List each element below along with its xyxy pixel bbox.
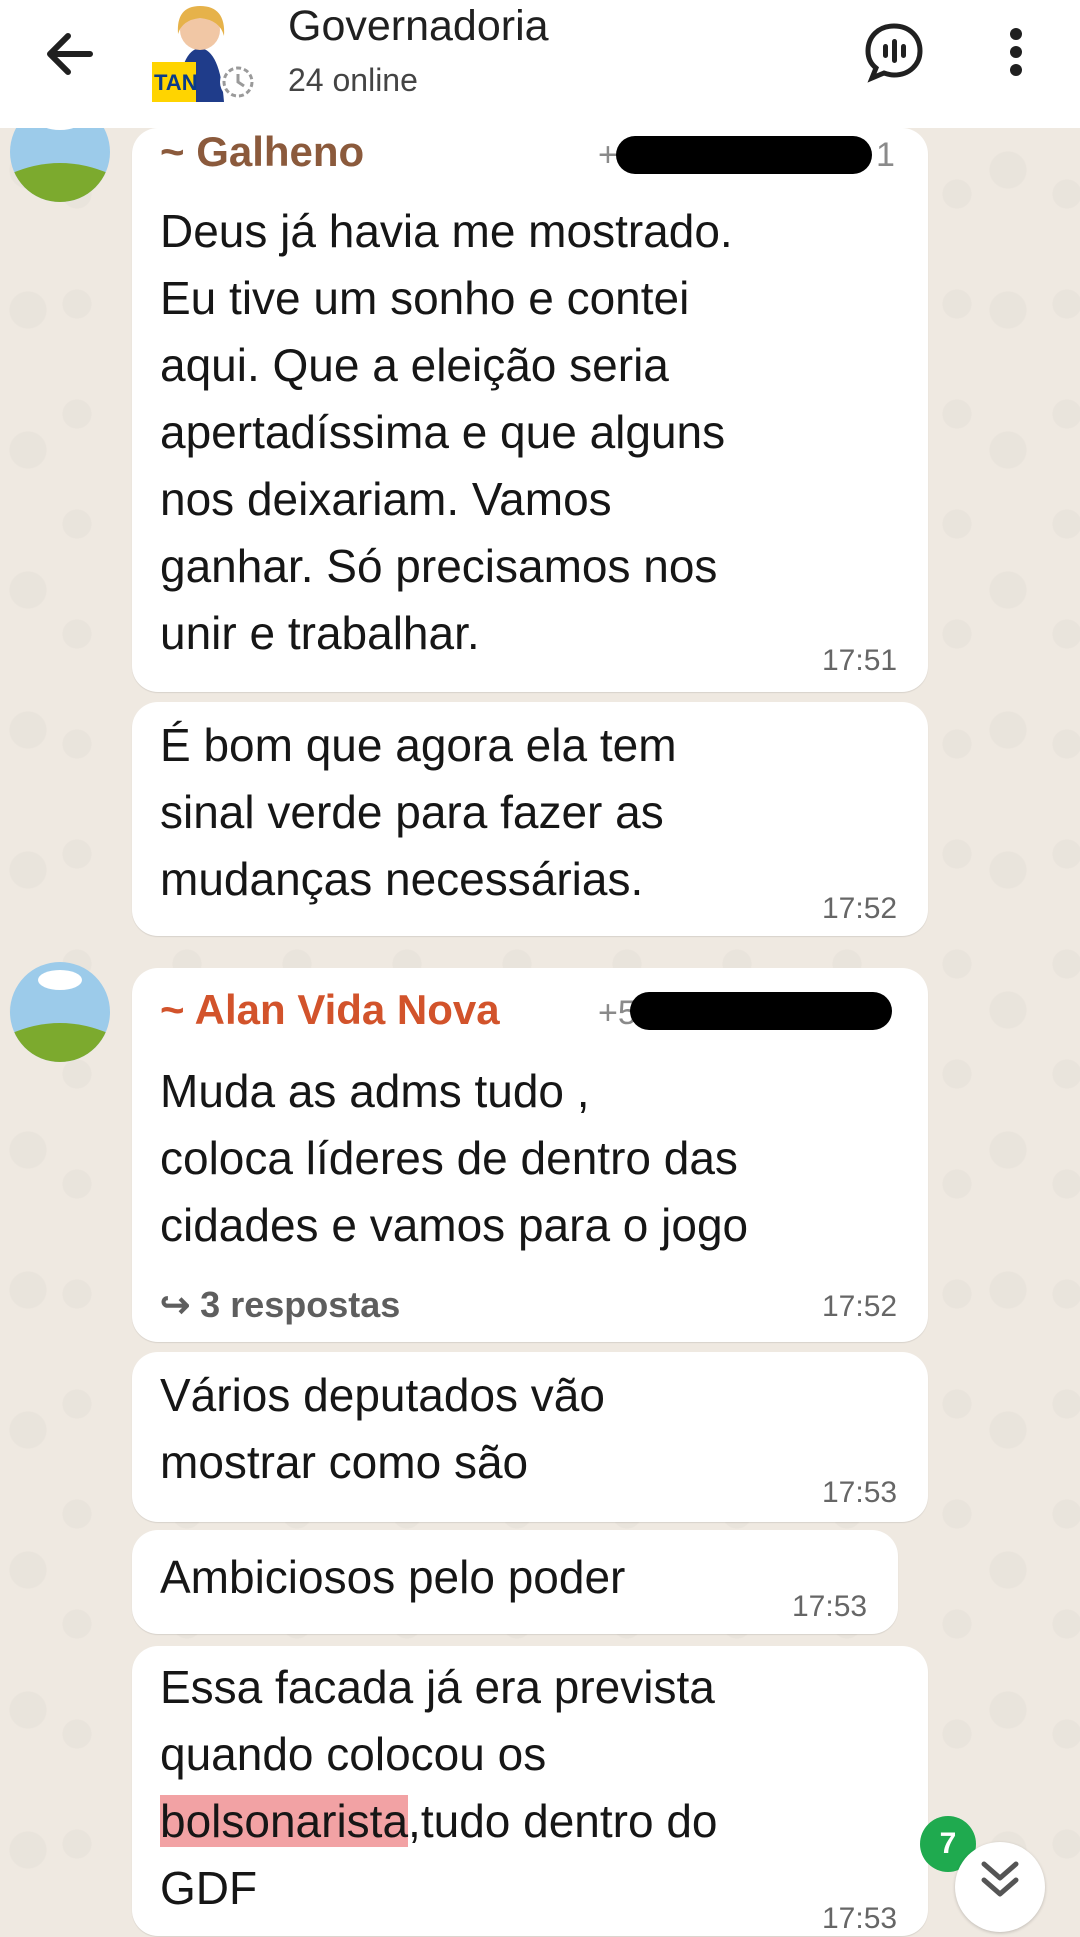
message-line-rest: ,tudo dentro do <box>408 1795 718 1847</box>
online-count: 24 online <box>288 62 418 98</box>
message-text: Vários deputados vão mostrar como são <box>160 1369 605 1488</box>
highlighted-text: bolsonarista <box>160 1795 409 1847</box>
arrow-left-icon[interactable] <box>38 22 102 86</box>
redaction-bar <box>630 992 892 1030</box>
replies-count: 3 respostas <box>200 1284 401 1325</box>
thread-replies-link[interactable]: ↪ 3 respostas <box>160 1284 400 1326</box>
sender-avatar[interactable] <box>10 962 110 1062</box>
message-line: quando colocou os <box>160 1728 547 1780</box>
message-time: 17:53 <box>822 1902 898 1935</box>
chat-header: TAN Governadoria 24 online <box>0 0 1080 128</box>
redaction-bar <box>616 136 872 174</box>
message-bubble[interactable]: Ambiciosos pelo poder 17:53 <box>132 1530 898 1634</box>
sender-name[interactable]: ~ Alan Vida Nova <box>160 986 500 1034</box>
voice-chat-icon[interactable] <box>862 20 926 84</box>
svg-text:TAN: TAN <box>154 70 198 95</box>
message-line: GDF <box>160 1862 258 1914</box>
message-text: Deus já havia me mostrado. Eu tive um so… <box>160 205 733 659</box>
chat-title[interactable]: Governadoria <box>288 2 549 51</box>
message-time: 17:53 <box>822 1476 898 1509</box>
status-ring-icon <box>220 64 256 100</box>
phone-suffix: 1 <box>876 136 895 174</box>
message-time: 17:52 <box>822 1290 898 1323</box>
message-text: Ambiciosos pelo poder <box>160 1551 626 1603</box>
message-line: bolsonarista,tudo dentro do <box>160 1788 920 1855</box>
message-time: 17:52 <box>822 892 898 925</box>
message-bubble[interactable]: ~ Alan Vida Nova +5 Muda as adms tudo , … <box>132 968 928 1342</box>
phone-prefix: + <box>598 136 618 174</box>
message-text: Muda as adms tudo , coloca líderes de de… <box>160 1065 749 1251</box>
message-bubble[interactable]: É bom que agora ela tem sinal verde para… <box>132 702 928 936</box>
message-time: 17:51 <box>822 644 898 677</box>
scroll-down-button[interactable] <box>955 1842 1045 1932</box>
message-time: 17:53 <box>792 1590 868 1623</box>
more-vert-icon[interactable] <box>990 20 1042 84</box>
message-bubble[interactable]: ~ Galheno + 1 Deus já havia me mostrado.… <box>132 128 928 692</box>
double-chevron-down-icon <box>981 1861 1019 1897</box>
reply-arrow-icon: ↪ <box>160 1284 201 1325</box>
message-text: Essa facada já era prevista quando coloc… <box>160 1654 920 1922</box>
message-bubble[interactable]: Essa facada já era prevista quando coloc… <box>132 1646 928 1936</box>
sender-name[interactable]: ~ Galheno <box>160 128 364 176</box>
message-bubble[interactable]: Vários deputados vão mostrar como são 17… <box>132 1352 928 1522</box>
message-line: Essa facada já era prevista <box>160 1661 715 1713</box>
message-text: É bom que agora ela tem sinal verde para… <box>160 719 677 905</box>
